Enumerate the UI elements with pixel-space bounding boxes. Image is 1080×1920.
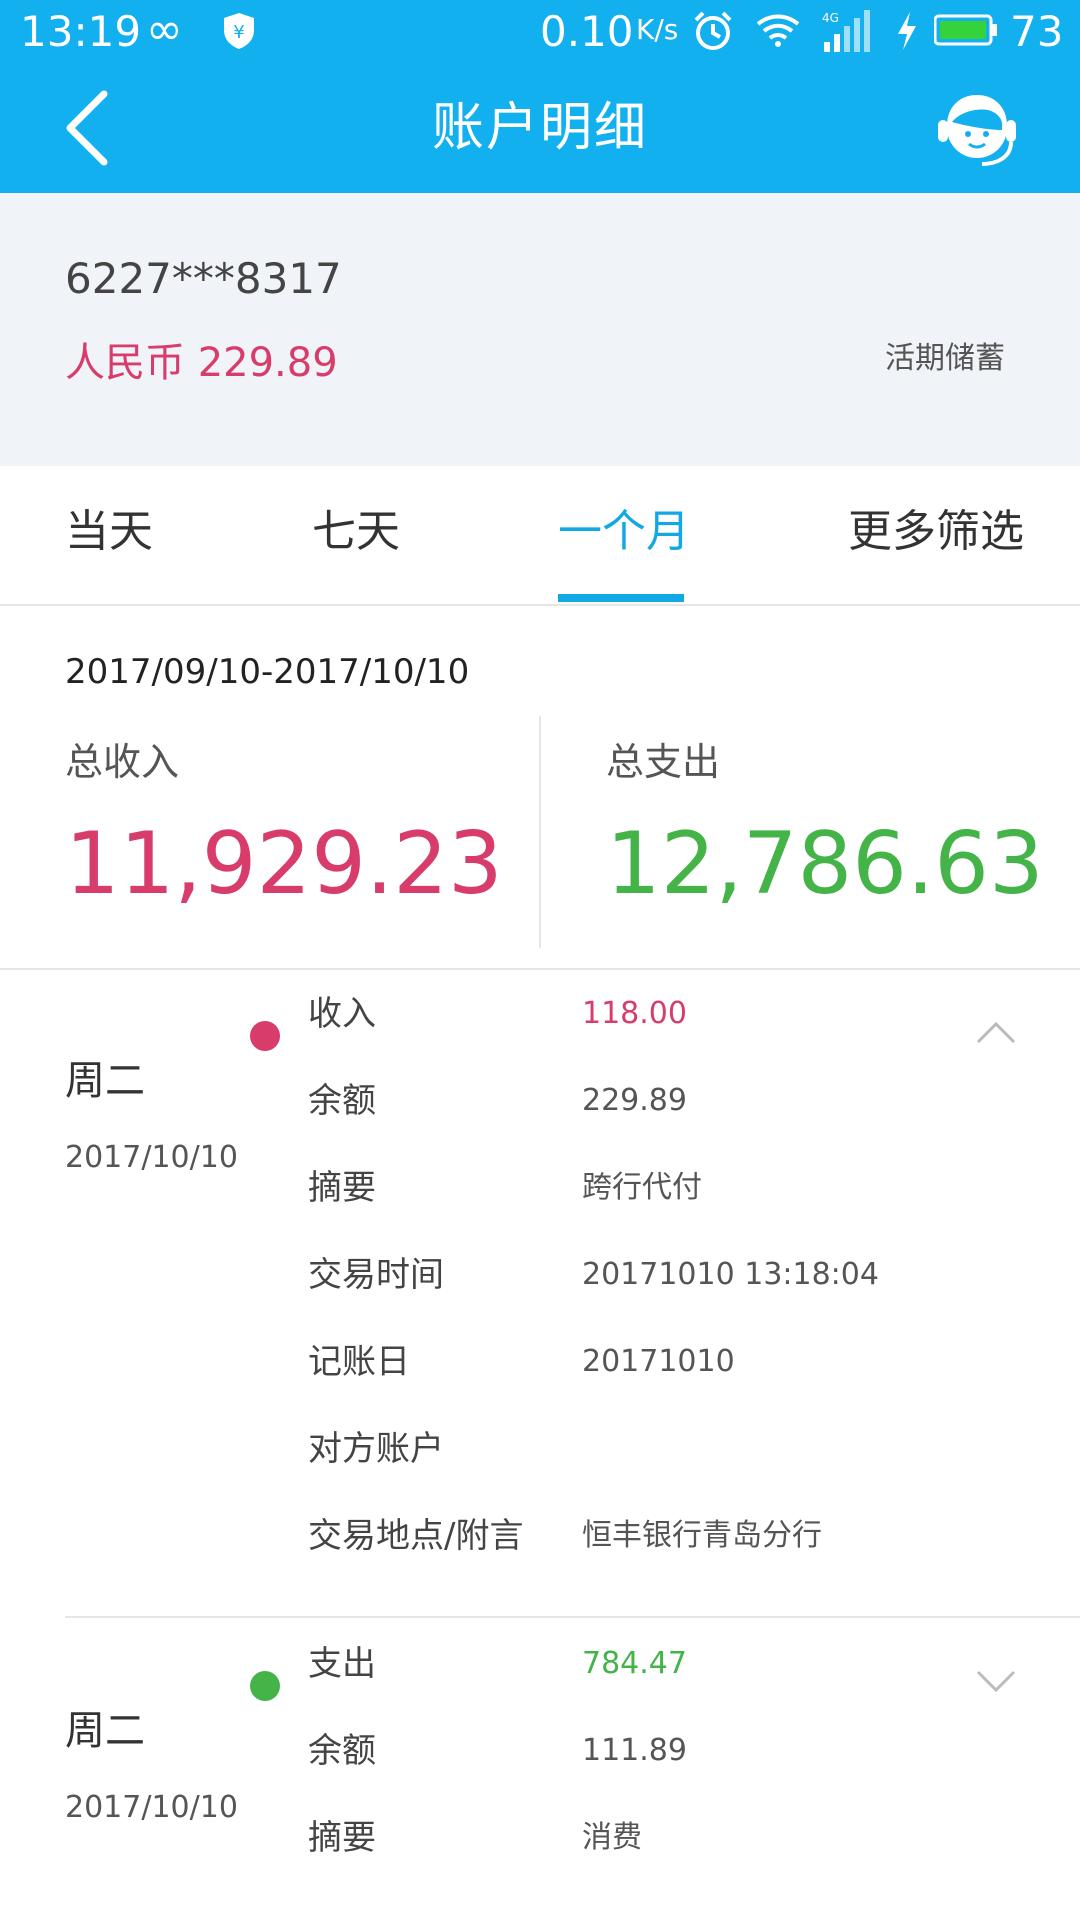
transaction-item[interactable]: 周二 2017/10/10 支出 784.47 余额 111.89 摘要 消费 xyxy=(0,1620,1080,1920)
detail-row: 交易地点/附言 恒丰银行青岛分行 xyxy=(308,1492,1028,1579)
detail-label: 支出 xyxy=(308,1644,376,1684)
detail-label: 交易时间 xyxy=(308,1255,444,1295)
transaction-weekday: 周二 xyxy=(65,1058,145,1104)
wifi-icon xyxy=(756,14,800,47)
page-title: 账户明细 xyxy=(431,98,648,158)
detail-label: 摘要 xyxy=(308,1168,376,1208)
detail-row: 余额 229.89 xyxy=(308,1057,1028,1144)
transaction-weekday: 周二 xyxy=(65,1708,145,1754)
status-time: 13:19 xyxy=(20,7,142,56)
network-speed-unit: K/s xyxy=(636,13,679,46)
app-screen: 13:19 ∞ ¥ 0.10 K/s 4G 73 账户明细 6227***831… xyxy=(0,0,1080,1920)
account-summary: 6227***8317 人民币 229.89 活期储蓄 xyxy=(0,193,1080,466)
total-income-label: 总收入 xyxy=(65,740,180,784)
detail-row: 记账日 20171010 xyxy=(308,1318,1028,1405)
customer-service-icon[interactable] xyxy=(936,90,1018,170)
account-type: 活期储蓄 xyxy=(885,341,1005,376)
transaction-date: 2017/10/10 xyxy=(65,1790,238,1825)
status-bar: 13:19 ∞ ¥ 0.10 K/s 4G 73 xyxy=(0,0,1080,64)
detail-label: 交易地点/附言 xyxy=(308,1516,524,1556)
detail-row: 收入 118.00 xyxy=(308,970,1028,1057)
detail-row: 对方账户 xyxy=(308,1405,1028,1492)
tab-more-filters[interactable]: 更多筛选 xyxy=(848,504,1024,560)
total-income-value: 11,929.23 xyxy=(65,814,503,914)
nav-bar: 账户明细 xyxy=(0,64,1080,193)
detail-label: 记账日 xyxy=(308,1342,410,1382)
transaction-amount: 118.00 xyxy=(582,996,687,1031)
chevron-up-icon[interactable] xyxy=(976,1020,1016,1044)
date-range: 2017/09/10-2017/10/10 xyxy=(65,652,470,692)
tab-one-month[interactable]: 一个月 xyxy=(558,504,690,560)
tab-active-indicator xyxy=(558,594,684,602)
account-number: 6227***8317 xyxy=(65,254,342,303)
svg-text:¥: ¥ xyxy=(233,22,244,43)
transaction-amount: 784.47 xyxy=(582,1646,687,1681)
signal-4g-icon: 4G xyxy=(822,10,870,52)
account-balance: 人民币 229.89 xyxy=(65,340,338,386)
period-tabs: 当天 七天 一个月 更多筛选 xyxy=(0,466,1080,606)
transaction-details: 支出 784.47 余额 111.89 摘要 消费 xyxy=(308,1620,1028,1881)
detail-row: 余额 111.89 xyxy=(308,1707,1028,1794)
detail-value: 跨行代付 xyxy=(582,1170,702,1205)
detail-label: 余额 xyxy=(308,1081,376,1121)
period-summary: 2017/09/10-2017/10/10 总收入 11,929.23 总支出 … xyxy=(0,606,1080,970)
tab-seven-days[interactable]: 七天 xyxy=(312,504,400,560)
detail-label: 收入 xyxy=(308,994,376,1034)
transaction-separator xyxy=(65,1616,1080,1618)
detail-row: 交易时间 20171010 13:18:04 xyxy=(308,1231,1028,1318)
infinity-icon: ∞ xyxy=(146,4,183,55)
transaction-date: 2017/10/10 xyxy=(65,1140,238,1175)
battery-icon xyxy=(934,14,997,46)
shield-yen-icon: ¥ xyxy=(224,13,254,49)
chevron-down-icon[interactable] xyxy=(976,1670,1016,1694)
income-dot-icon xyxy=(250,1021,280,1051)
charging-icon xyxy=(898,12,916,50)
detail-value: 恒丰银行青岛分行 xyxy=(582,1518,822,1553)
detail-row: 摘要 跨行代付 xyxy=(308,1144,1028,1231)
total-expense-label: 总支出 xyxy=(606,740,721,784)
detail-value: 20171010 13:18:04 xyxy=(582,1257,879,1292)
detail-row: 支出 784.47 xyxy=(308,1620,1028,1707)
detail-value: 229.89 xyxy=(582,1083,687,1118)
battery-level: 73 xyxy=(1010,7,1064,56)
detail-label: 对方账户 xyxy=(308,1429,444,1469)
summary-divider xyxy=(539,716,541,948)
detail-value: 20171010 xyxy=(582,1344,735,1379)
detail-row: 摘要 消费 xyxy=(308,1794,1028,1881)
total-expense-value: 12,786.63 xyxy=(606,814,1044,914)
transaction-item[interactable]: 周二 2017/10/10 收入 118.00 余额 229.89 摘要 跨行代… xyxy=(0,970,1080,1618)
network-speed: 0.10 xyxy=(540,7,634,56)
expense-dot-icon xyxy=(250,1671,280,1701)
detail-label: 摘要 xyxy=(308,1818,376,1858)
tab-today[interactable]: 当天 xyxy=(65,504,153,560)
transaction-details: 收入 118.00 余额 229.89 摘要 跨行代付 交易时间 2017101… xyxy=(308,970,1028,1579)
detail-value: 111.89 xyxy=(582,1733,687,1768)
alarm-icon xyxy=(694,11,732,50)
svg-text:4G: 4G xyxy=(822,11,839,25)
top-bar: 13:19 ∞ ¥ 0.10 K/s 4G 73 账户明细 xyxy=(0,0,1080,193)
detail-label: 余额 xyxy=(308,1731,376,1771)
detail-value: 消费 xyxy=(582,1820,642,1855)
